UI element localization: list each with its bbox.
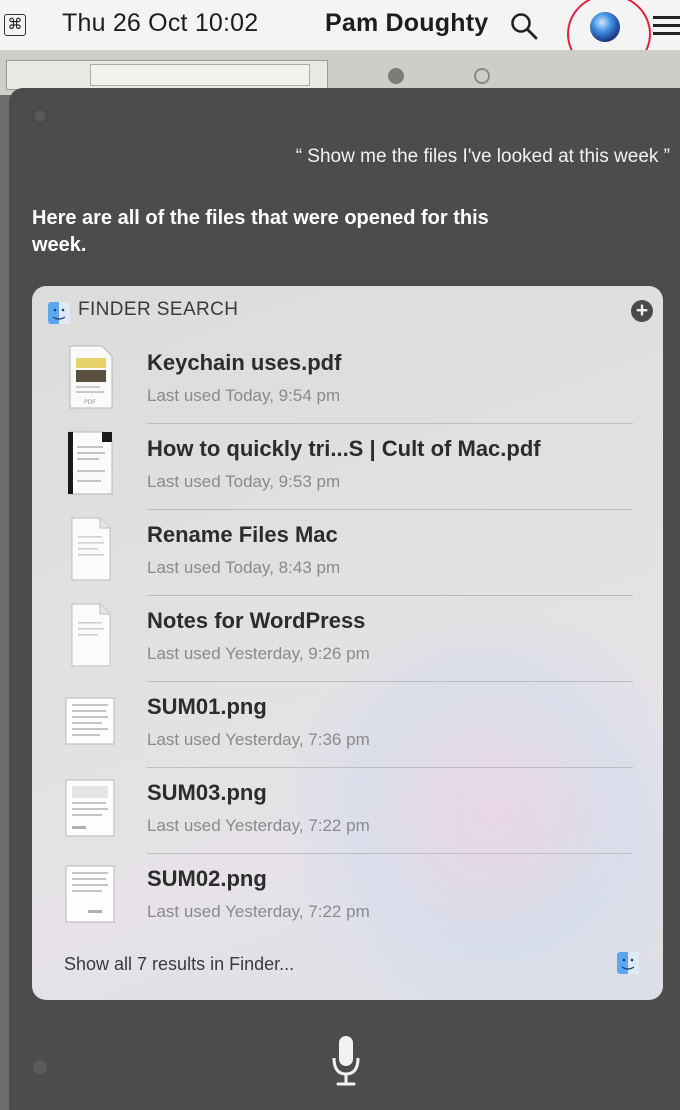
siri-close-dot[interactable] [33,109,47,123]
menu-bar-clock[interactable]: Thu 26 Oct 10:02 [62,9,258,38]
image-thumbnail-icon [65,697,115,745]
pdf-thumbnail-icon [68,431,113,495]
result-meta: Last used Today, 9:53 pm [147,472,341,491]
image-thumbnail-icon [65,779,115,837]
result-name: SUM03.png [147,780,267,805]
background-field-inner [90,64,310,86]
results-list: PDF Keychain uses.pdf Last used Today, 9… [32,338,663,940]
menu-bar-user[interactable]: Pam Doughty [325,9,488,38]
list-item[interactable]: SUM01.png Last used Yesterday, 7:36 pm [32,682,663,768]
menu-bar: ⌘ Thu 26 Oct 10:02 Pam Doughty [0,0,680,74]
command-key-icon[interactable]: ⌘ [4,14,26,36]
card-title: FINDER SEARCH [78,299,239,320]
siri-query: “ Show me the files I've looked at this … [295,146,670,167]
result-name: How to quickly tri...S | Cult of Mac.pdf [147,436,541,461]
result-meta: Last used Yesterday, 9:26 pm [147,644,370,663]
background-toolbar-icon [388,68,404,84]
list-item[interactable]: SUM02.png Last used Yesterday, 7:22 pm [32,854,663,940]
result-name: SUM02.png [147,866,267,891]
finder-search-card[interactable]: FINDER SEARCH + PDF Keychain uses.pdf La… [32,286,663,1000]
menu-icon[interactable] [653,16,680,36]
svg-text:PDF: PDF [84,399,96,406]
document-icon [71,603,111,667]
siri-response: Here are all of the files that were open… [32,207,489,256]
result-meta: Last used Yesterday, 7:22 pm [147,902,370,921]
microphone-icon[interactable] [329,1034,363,1088]
search-icon[interactable] [509,11,539,41]
siri-panel: “ Show me the files I've looked at this … [9,88,680,1110]
result-meta: Last used Yesterday, 7:22 pm [147,816,370,835]
result-meta: Last used Today, 8:43 pm [147,558,341,577]
result-meta: Last used Today, 9:54 pm [147,386,341,405]
list-item[interactable]: Notes for WordPress Last used Yesterday,… [32,596,663,682]
add-icon[interactable]: + [631,300,653,322]
image-thumbnail-icon [65,865,115,923]
document-icon [71,517,111,581]
show-all-in-finder-link[interactable]: Show all 7 results in Finder... [64,954,294,975]
list-item[interactable]: How to quickly tri...S | Cult of Mac.pdf… [32,424,663,510]
background-toolbar-icon [474,68,490,84]
finder-icon[interactable] [617,952,639,974]
siri-help-dot[interactable] [33,1060,47,1074]
result-name: SUM01.png [147,694,267,719]
finder-icon [48,302,70,324]
result-name: Rename Files Mac [147,522,338,547]
result-meta: Last used Yesterday, 7:36 pm [147,730,370,749]
list-item[interactable]: PDF Keychain uses.pdf Last used Today, 9… [32,338,663,424]
list-item[interactable]: Rename Files Mac Last used Today, 8:43 p… [32,510,663,596]
result-name: Notes for WordPress [147,608,366,633]
result-name: Keychain uses.pdf [147,350,342,375]
list-item[interactable]: SUM03.png Last used Yesterday, 7:22 pm [32,768,663,854]
pdf-thumbnail-icon: PDF [69,345,113,409]
